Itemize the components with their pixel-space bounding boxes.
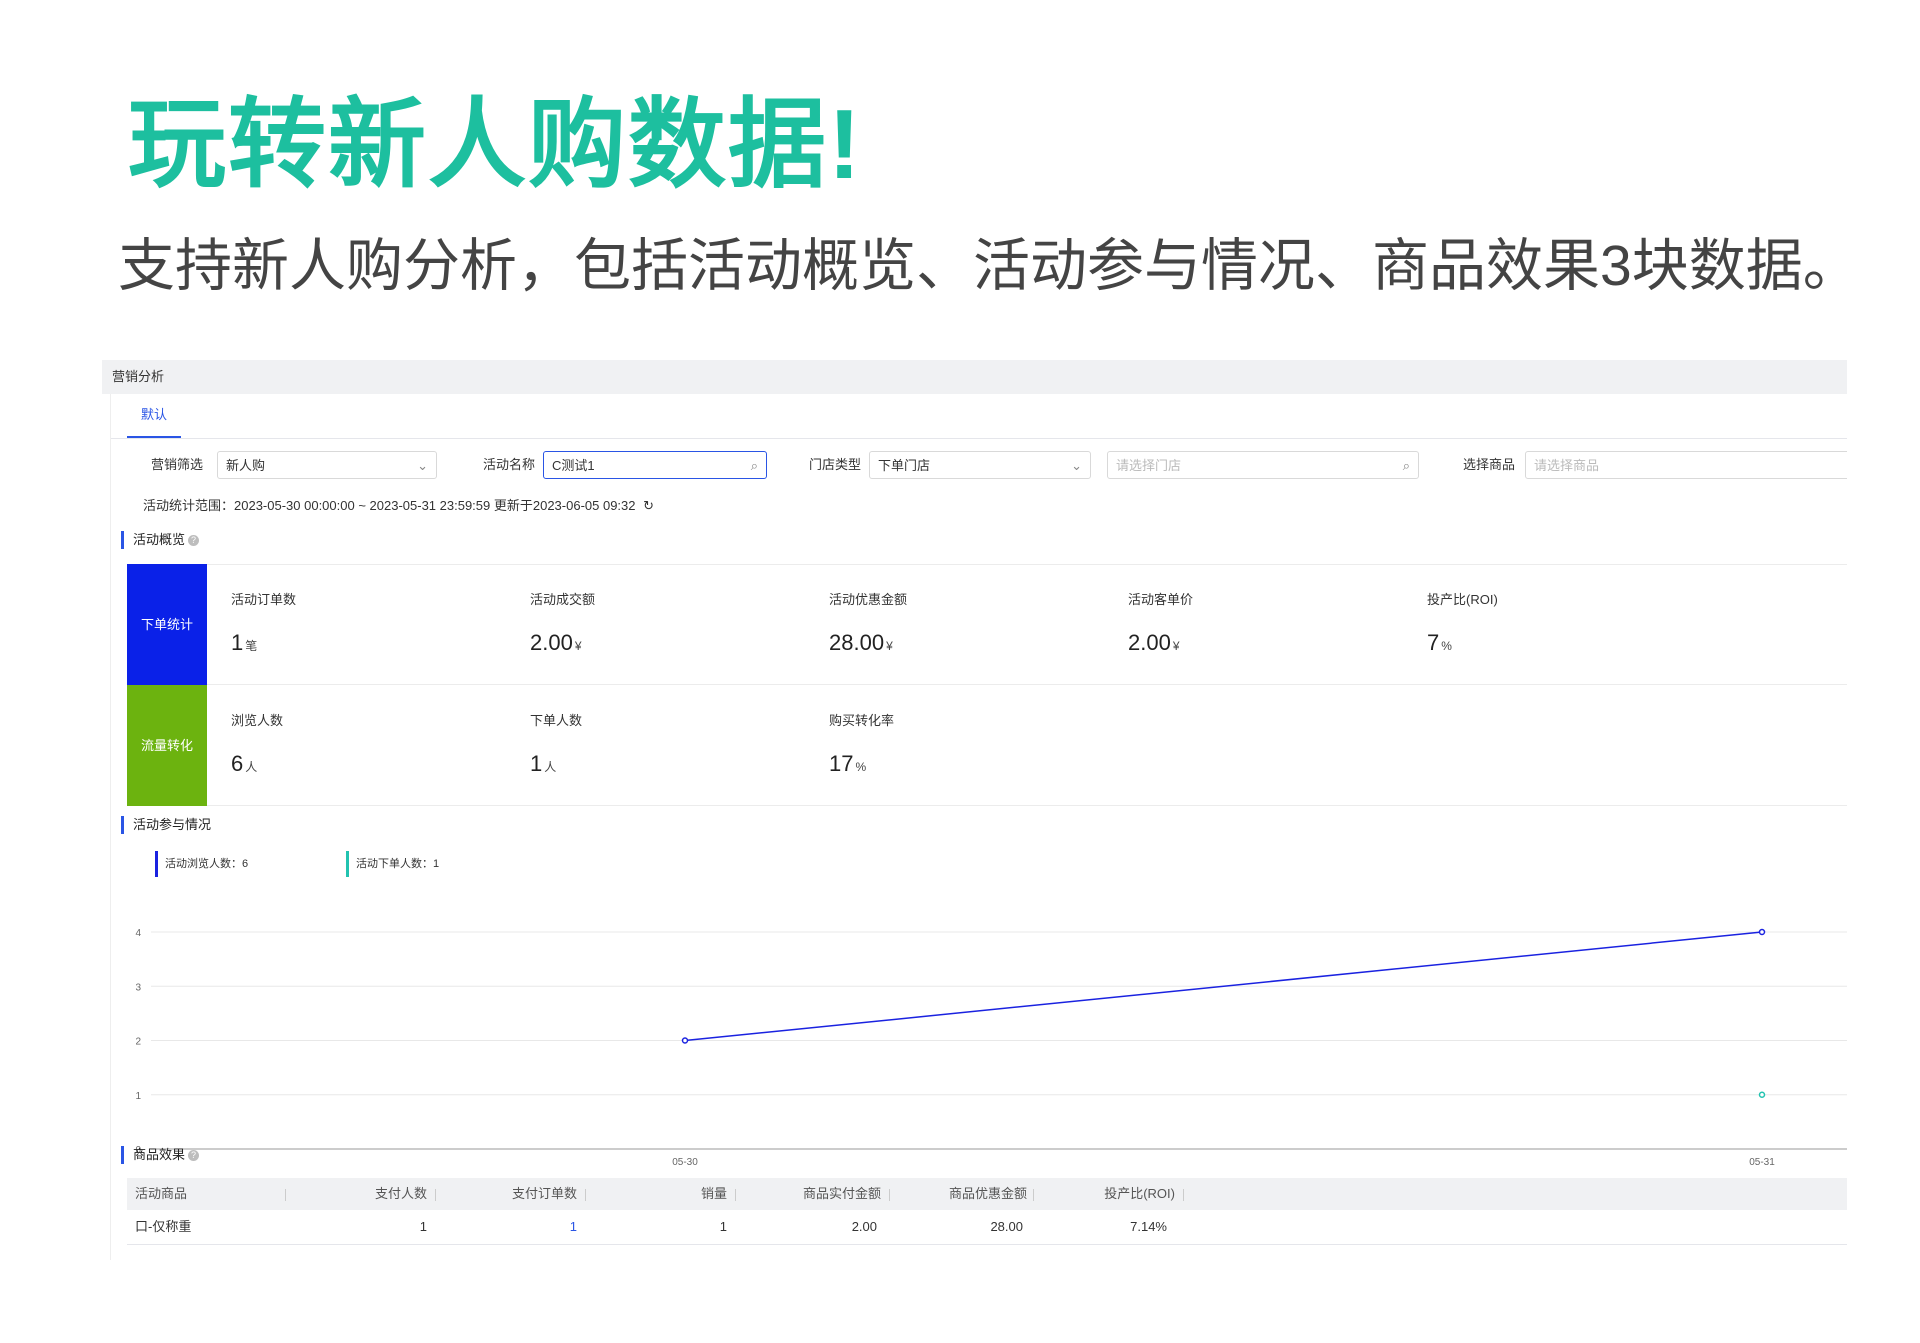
x-tick-label: 05-31: [1749, 1157, 1775, 1168]
table-cell: 1: [419, 1219, 427, 1234]
product-effect-title: 商品效果?: [121, 1146, 200, 1164]
column-separator: [585, 1189, 586, 1201]
table-cell: 2.00: [851, 1219, 877, 1234]
data-point: [1758, 928, 1766, 936]
y-tick-label: 2: [135, 1037, 141, 1048]
product-effect-title-text: 商品效果: [133, 1147, 186, 1162]
table-row: 口-仅称重 1 1 1 2.00 28.00 7.14%: [127, 1210, 1847, 1245]
y-tick-label: 1: [135, 1091, 141, 1102]
product-table-header: 活动商品 支付人数 支付订单数 销量 商品实付金额 商品优惠金额 投产比(ROI): [127, 1178, 1847, 1210]
headline: 玩转新人购数据!: [128, 89, 863, 199]
breadcrumb: 营销分析: [102, 360, 1847, 394]
marketing-analysis-panel: 营销分析 默认 营销筛选 新人购 ⌄ 活动名称 C测试1 ⌕ 门店类型 下单门店…: [102, 360, 1847, 1260]
y-tick-label: 3: [135, 982, 141, 993]
participation-line-chart: 0123405-30 05-31: [135, 928, 1847, 1168]
column-header[interactable]: 支付人数: [307, 1178, 427, 1210]
column-separator: [1183, 1189, 1184, 1201]
panel-content: 默认 营销筛选 新人购 ⌄ 活动名称 C测试1 ⌕ 门店类型 下单门店 ⌄ 请选…: [110, 394, 1847, 1260]
data-point: [681, 1037, 689, 1044]
column-separator: [735, 1189, 736, 1201]
column-separator: [435, 1189, 436, 1201]
column-header[interactable]: 活动商品: [135, 1178, 187, 1210]
column-separator: [889, 1189, 890, 1201]
column-header[interactable]: 商品优惠金额: [907, 1178, 1027, 1210]
data-point: [1758, 1091, 1766, 1098]
column-separator: [1033, 1189, 1034, 1201]
table-cell: 7.14%: [1130, 1219, 1167, 1234]
table-cell: 口-仅称重: [135, 1219, 192, 1234]
column-header[interactable]: 投产比(ROI): [1055, 1178, 1175, 1210]
table-cell: 1: [719, 1219, 727, 1234]
column-header[interactable]: 商品实付金额: [761, 1178, 881, 1210]
subheadline: 支持新人购分析，包括活动概览、活动参与情况、商品效果3块数据。: [118, 234, 1860, 298]
column-separator: [285, 1189, 286, 1201]
column-header[interactable]: 支付订单数: [457, 1178, 577, 1210]
help-icon[interactable]: ?: [188, 1150, 200, 1162]
order-count-link[interactable]: 1: [457, 1210, 577, 1244]
column-header[interactable]: 销量: [607, 1178, 727, 1210]
table-cell: 28.00: [990, 1219, 1023, 1234]
y-tick-label: 4: [135, 928, 141, 939]
x-tick-label: 05-30: [672, 1157, 698, 1168]
